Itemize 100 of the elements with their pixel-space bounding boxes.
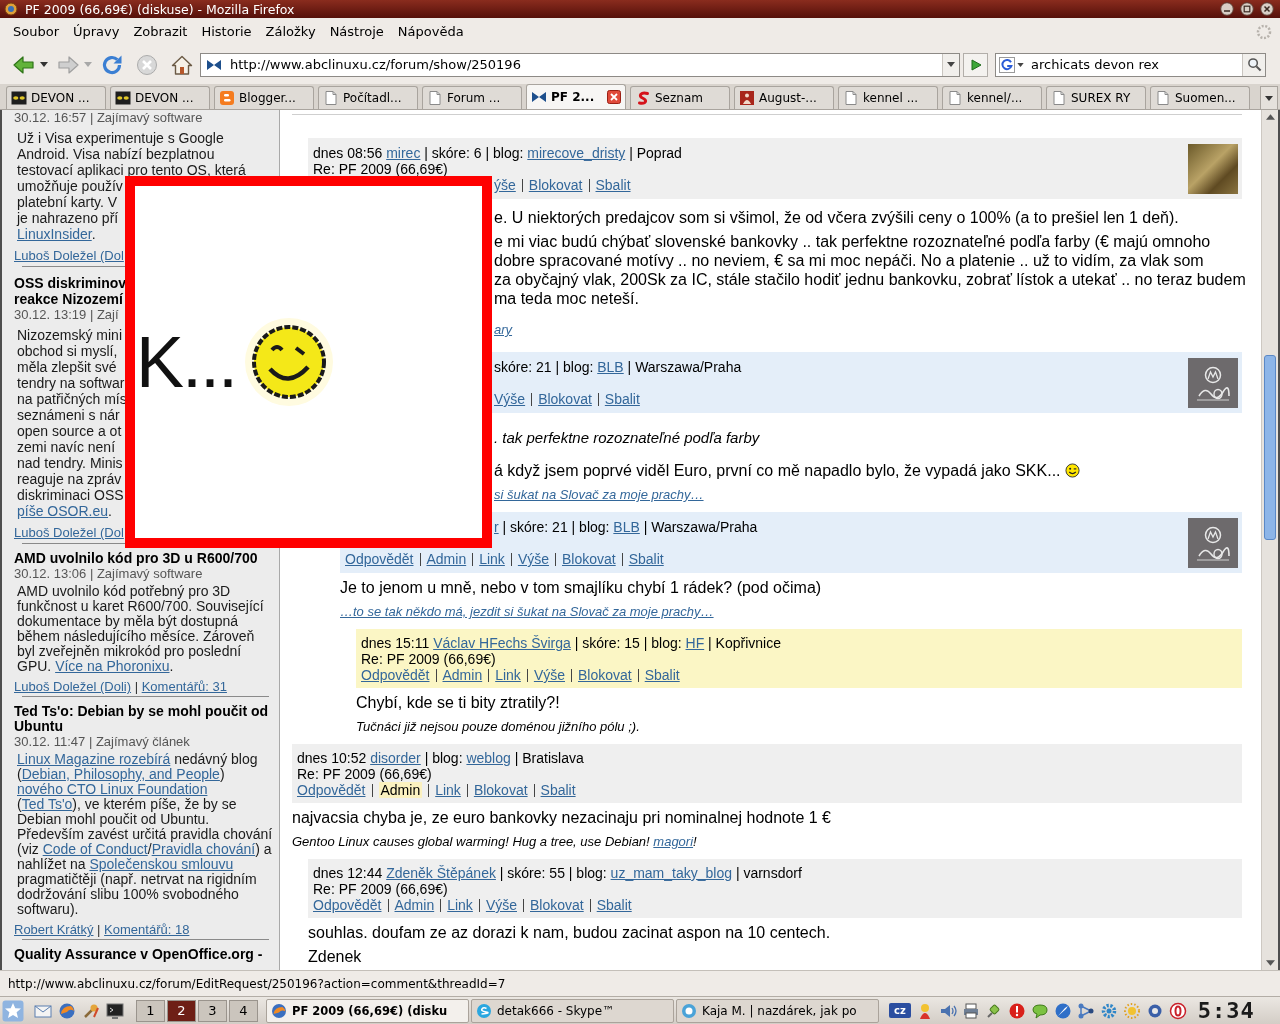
text-link[interactable]: Luboš Doležel (Doli) xyxy=(14,679,132,694)
menu-item[interactable]: Nápověda xyxy=(390,22,471,41)
text-link[interactable]: uz_mam_taky_blog xyxy=(610,865,732,881)
text-link[interactable]: LinuxInsider xyxy=(17,226,92,242)
browser-tab[interactable]: SUREX RY xyxy=(1046,86,1146,109)
browser-tab[interactable]: PF 2... xyxy=(526,84,626,109)
text-link[interactable]: Komentářů: 18 xyxy=(104,922,190,937)
text-link[interactable]: Debian, Philosophy, and People xyxy=(21,766,220,782)
text-link[interactable]: Václav HFechs Švirga xyxy=(433,635,571,651)
text-link[interactable]: BLB xyxy=(597,359,624,375)
text-link[interactable]: disorder xyxy=(370,750,421,766)
menu-item[interactable]: Nástroje xyxy=(322,22,391,41)
text-link[interactable]: BLB xyxy=(613,519,640,535)
text-link[interactable]: HF xyxy=(685,635,705,651)
browser-tab[interactable]: Forum ... xyxy=(422,86,522,109)
workspace-button[interactable]: 1 xyxy=(136,999,165,1022)
browser-tab[interactable]: Blogger... xyxy=(214,86,314,109)
printer-icon[interactable] xyxy=(961,1001,980,1020)
scroll-down-icon[interactable] xyxy=(1265,960,1275,966)
action-link[interactable]: Admin xyxy=(442,667,483,683)
scrollbar[interactable] xyxy=(1261,110,1280,970)
news-title[interactable]: OSS diskriminov xyxy=(14,275,127,291)
text-link[interactable]: Společenskou smlouvu xyxy=(89,856,234,872)
go-button[interactable] xyxy=(963,52,988,77)
text-link[interactable]: …to se tak někdo má, jezdit si šukat na Slovač za moje prachy… xyxy=(340,604,714,619)
action-link[interactable]: Link xyxy=(435,782,461,798)
text-link[interactable]: r xyxy=(494,519,499,535)
action-link[interactable]: Blokovat xyxy=(528,177,583,193)
search-field[interactable]: archicats devon rex xyxy=(995,52,1266,77)
action-link[interactable]: Admin xyxy=(378,782,423,798)
close-icon[interactable] xyxy=(1260,2,1274,16)
action-link[interactable]: Blokovat xyxy=(538,391,592,407)
action-link[interactable]: Sbalit xyxy=(628,551,664,567)
text-link[interactable]: Linux Magazine rozebírá xyxy=(17,751,171,767)
text-link[interactable]: Robert Krátký xyxy=(14,922,94,937)
keyboard-layout-indicator[interactable]: cz xyxy=(889,1003,911,1018)
dropdown-caret-icon[interactable] xyxy=(947,62,955,67)
tab-list-button[interactable] xyxy=(1260,86,1278,109)
menu-item[interactable]: Úpravy xyxy=(66,22,127,41)
action-link[interactable]: Sbalit xyxy=(595,177,631,193)
browser-tab[interactable]: kennel/... xyxy=(942,86,1042,109)
dropdown-caret-icon[interactable] xyxy=(1017,62,1024,67)
menu-item[interactable]: Soubor xyxy=(6,22,66,41)
browser-tab[interactable]: August-... xyxy=(734,86,834,109)
dropdown-caret-icon[interactable] xyxy=(40,62,48,67)
minimize-icon[interactable] xyxy=(1220,2,1234,16)
scroll-thumb[interactable] xyxy=(1264,355,1276,540)
text-link[interactable]: weblog xyxy=(466,750,511,766)
action-link[interactable]: Blokovat xyxy=(578,667,632,683)
o-ring-icon[interactable] xyxy=(1168,1001,1187,1020)
text-link[interactable]: Zdeněk Štěpánek xyxy=(386,865,496,881)
taskbar-button[interactable]: Kaja M. | nazdárek, jak po xyxy=(676,998,879,1023)
news-title[interactable]: Ted Ts'o: Debian by se mohl poučit od Ubuntu xyxy=(14,704,273,734)
browser-tab[interactable]: Seznam xyxy=(630,86,730,109)
browser-tab[interactable]: DEVON ... xyxy=(110,86,210,109)
action-link[interactable]: Sbalit xyxy=(540,782,576,798)
text-link[interactable]: Více na Phoronixu xyxy=(55,658,170,674)
text-link[interactable]: mirecove_dristy xyxy=(527,145,626,161)
text-link[interactable]: Luboš Doležel (Dol xyxy=(14,248,124,263)
text-link[interactable]: magori xyxy=(653,834,694,849)
close-icon[interactable] xyxy=(607,90,621,104)
action-link[interactable]: Blokovat xyxy=(473,782,528,798)
menu-item[interactable]: Zobrazit xyxy=(126,22,195,41)
address-field[interactable]: http://www.abclinuxu.cz/forum/show/250196 xyxy=(200,52,960,77)
action-link[interactable]: Admin xyxy=(394,897,435,913)
text-link[interactable]: píše OSOR.eu xyxy=(17,503,109,519)
text-link[interactable]: Komentářů: 31 xyxy=(141,679,227,694)
text-link[interactable]: si šukat na Slovač za moje prachy… xyxy=(494,487,704,502)
maximize-icon[interactable] xyxy=(1240,2,1254,16)
menu-item[interactable]: Historie xyxy=(194,22,259,41)
workspace-button[interactable]: 3 xyxy=(198,999,227,1022)
news-title[interactable]: reakce Nizozemí xyxy=(14,291,123,307)
action-link[interactable]: Blokovat xyxy=(562,551,616,567)
taskbar-button[interactable]: PF 2009 (66,69€) (disku xyxy=(266,998,469,1023)
taskbar-button[interactable]: detak666 - Skype™ xyxy=(471,998,674,1023)
action-link[interactable]: Odpovědět xyxy=(297,782,366,798)
action-link[interactable]: Link xyxy=(495,667,521,683)
action-link[interactable]: Blokovat xyxy=(530,897,584,913)
workspace-button[interactable]: 4 xyxy=(229,999,258,1022)
action-link[interactable]: Výše xyxy=(533,667,565,683)
action-link[interactable]: Výše xyxy=(517,551,549,567)
terminal-icon[interactable] xyxy=(106,1001,124,1020)
news-title[interactable]: AMD uvolnilo kód pro 3D u R600/700 xyxy=(14,551,258,566)
menu-item[interactable]: Záložky xyxy=(258,22,323,41)
search-engine-icon[interactable] xyxy=(999,56,1015,73)
action-link[interactable]: Link xyxy=(447,897,473,913)
action-link[interactable]: Sbalit xyxy=(604,391,640,407)
news-title[interactable]: Quality Assurance v OpenOffice.org - xyxy=(14,947,263,962)
network-icon[interactable] xyxy=(1076,1001,1095,1020)
browser-tab[interactable]: Suomen... xyxy=(1150,86,1250,109)
action-link[interactable]: Výše xyxy=(485,897,517,913)
text-link[interactable]: Pravidla chování xyxy=(151,841,256,857)
action-link[interactable]: Odpovědět xyxy=(345,551,414,567)
browser-tab[interactable]: kennel ... xyxy=(838,86,938,109)
chat-bubble-icon[interactable] xyxy=(1030,1001,1049,1020)
text-link[interactable]: mirec xyxy=(386,145,421,161)
action-link[interactable]: Odpovědět xyxy=(313,897,382,913)
search-icon[interactable] xyxy=(1246,57,1262,72)
action-link[interactable]: Sbalit xyxy=(596,897,632,913)
action-link[interactable]: ýše xyxy=(494,177,516,193)
